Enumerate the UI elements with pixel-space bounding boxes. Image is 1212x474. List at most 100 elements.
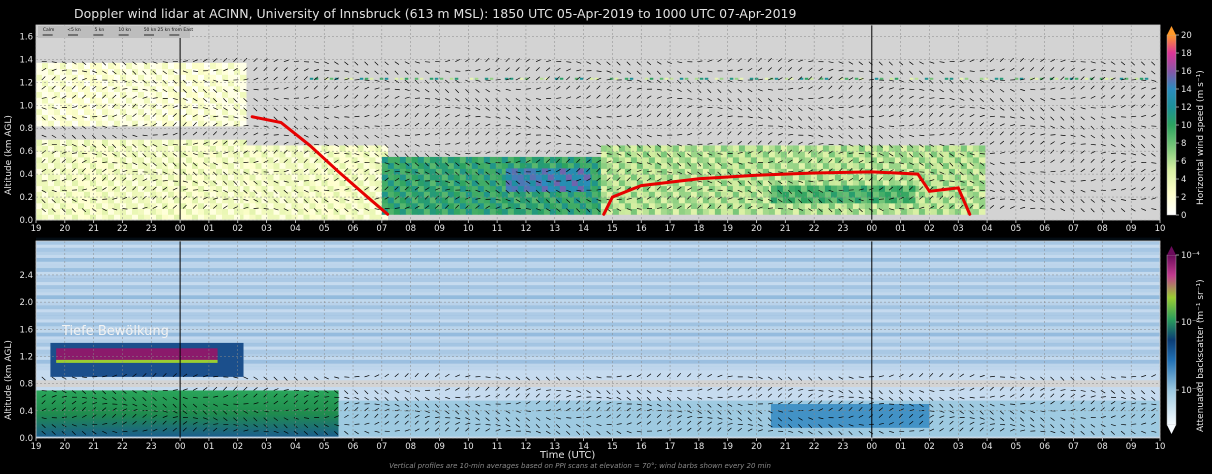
wind-cell — [144, 139, 151, 146]
wind-cell — [930, 162, 938, 169]
wind-cell — [684, 208, 692, 215]
wind-cell — [435, 174, 443, 181]
wind-cell — [174, 97, 181, 104]
wind-cell — [339, 185, 347, 192]
wind-cell — [375, 179, 383, 187]
wind-cell — [198, 91, 205, 98]
wind-cell — [848, 185, 856, 192]
wind-cell — [192, 208, 199, 215]
wind-cell — [906, 156, 914, 164]
wind-cell — [297, 214, 305, 221]
wind-cell — [234, 91, 241, 98]
wind-cell — [78, 85, 85, 93]
wind-cell — [972, 145, 980, 152]
wind-cell — [654, 156, 662, 164]
wind-cell — [489, 174, 497, 181]
wind-cell — [571, 174, 579, 181]
wind-cell — [780, 202, 788, 210]
wind-cell — [860, 185, 868, 192]
wind-cell — [72, 202, 79, 210]
wind-cell — [174, 120, 181, 127]
wind-cell — [708, 185, 716, 192]
wind-cell — [762, 208, 770, 215]
wind-cell — [624, 145, 632, 152]
backscatter-band — [36, 302, 1160, 306]
wind-cell — [297, 179, 305, 187]
wind-cell — [964, 77, 969, 80]
wind-cell — [738, 145, 746, 152]
wind-cell — [357, 145, 365, 152]
wind-cell — [774, 156, 782, 164]
wind-cell — [228, 68, 235, 75]
wind-cell — [66, 114, 73, 121]
wind-cell — [120, 185, 127, 192]
wind-cell — [168, 168, 175, 175]
wind-cell — [858, 151, 866, 158]
wind-cell — [120, 74, 127, 81]
wind-cell — [198, 179, 205, 187]
wind-cell — [108, 208, 115, 215]
wind-cell — [162, 174, 169, 181]
wind-cell — [156, 62, 163, 70]
wind-cell — [702, 145, 710, 152]
wind-cell — [519, 156, 527, 164]
wind-cell — [507, 191, 515, 198]
wind-cell — [174, 80, 181, 87]
wind-cell — [291, 151, 299, 158]
wind-cell — [156, 156, 163, 164]
wind-cell — [756, 208, 764, 215]
wind-cell — [471, 156, 479, 164]
wind-cell — [567, 191, 575, 198]
wind-cell — [48, 162, 55, 169]
wind-cell — [477, 179, 485, 187]
wind-cell — [327, 191, 335, 198]
wind-cell — [42, 80, 49, 87]
wind-cell — [78, 97, 85, 104]
wind-cell — [618, 179, 626, 187]
wind-cell — [192, 91, 199, 98]
wind-cell — [804, 77, 809, 80]
wind-cell — [429, 77, 434, 80]
wind-cell — [379, 77, 384, 80]
x-tick-label: 23 — [838, 224, 849, 234]
wind-cell — [216, 151, 223, 158]
wind-cell — [48, 174, 55, 181]
wind-cell — [636, 145, 644, 152]
wind-cell — [156, 162, 163, 169]
wind-cell — [906, 145, 914, 152]
wind-cell — [720, 179, 728, 187]
wind-cell — [794, 185, 802, 192]
wind-cell — [648, 185, 656, 192]
wind-cell — [519, 208, 527, 215]
wind-cell — [297, 197, 305, 204]
wind-cell — [54, 80, 61, 87]
wind-cell — [204, 120, 211, 127]
wind-cell — [210, 151, 217, 158]
wind-cell — [351, 214, 359, 221]
wind-cell — [630, 168, 638, 175]
wind-cell — [942, 174, 950, 181]
wind-cell — [228, 156, 235, 164]
wind-cell — [618, 197, 626, 204]
wind-cell — [72, 68, 79, 75]
wind-cell — [567, 202, 575, 210]
wind-cell — [210, 156, 217, 164]
wind-cell — [54, 62, 61, 70]
wind-cell — [234, 103, 241, 110]
wind-cell — [465, 191, 473, 198]
wind-cell — [84, 139, 91, 146]
backscatter-band — [36, 244, 1160, 248]
wind-cell — [399, 162, 407, 169]
wind-cell — [108, 162, 115, 169]
wind-cell — [108, 191, 115, 198]
wind-cell — [132, 80, 139, 87]
wind-cell — [1054, 77, 1059, 80]
wind-cell — [543, 202, 551, 210]
wind-cell — [846, 162, 854, 169]
wind-cell — [369, 214, 377, 221]
wind-cell — [216, 179, 223, 187]
wind-cell — [942, 151, 950, 158]
x-tick-label: 15 — [607, 224, 618, 234]
wind-cell — [846, 151, 854, 158]
wind-cell — [309, 214, 317, 221]
